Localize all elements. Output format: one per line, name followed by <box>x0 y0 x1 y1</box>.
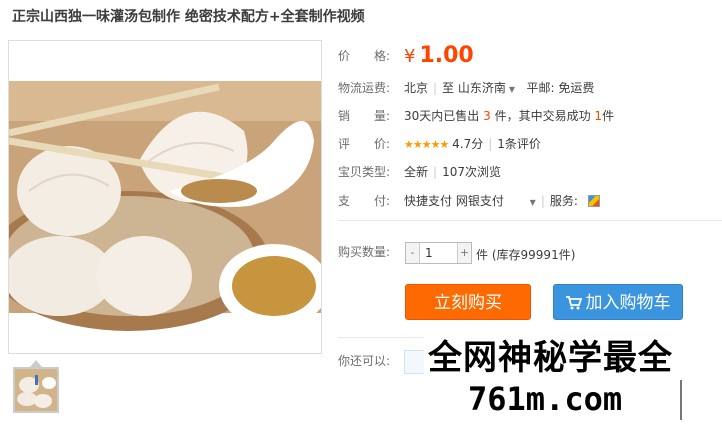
sales-suffix: 件 <box>602 109 615 123</box>
shipping-method: 平邮: 免运费 <box>526 81 595 95</box>
payment-methods: 快捷支付 网银支付 <box>404 194 504 208</box>
product-title: 正宗山西独一味灌汤包制作 绝密技术配方+全套制作视频 <box>12 9 365 25</box>
sales-success-count: 1 <box>594 109 603 123</box>
sales-mid: 件，其中交易成功 <box>494 109 591 123</box>
price-amount: 1.00 <box>419 43 474 68</box>
sales-prefix: 30天内已售出 <box>404 109 480 123</box>
item-type-value: 全新 | 107次浏览 <box>404 165 501 179</box>
soup-dumplings-photo <box>9 41 321 353</box>
add-to-cart-label: 加入购物车 <box>585 293 671 313</box>
payment-label: 支 付: <box>338 194 391 208</box>
rating-label: 评 价: <box>338 137 391 151</box>
sales-sold-count: 3 <box>483 109 491 123</box>
rating-stars-icon: ★★★★★ <box>404 138 449 151</box>
shipping-value: 北京 | 至 山东济南 ▼ 平邮: 免运费 <box>404 81 595 95</box>
shipping-label: 物流运费: <box>338 81 391 95</box>
shipping-to-prefix: 至 <box>442 81 455 95</box>
rating-score: 4.7分 <box>452 137 484 151</box>
service-badge-icon[interactable] <box>587 195 600 207</box>
product-main-image[interactable] <box>8 40 322 354</box>
product-thumbnail[interactable] <box>13 367 59 413</box>
payment-value: 快捷支付 网银支付 ▼ | 服务: <box>404 191 600 213</box>
stock-count: (库存99991件) <box>491 248 576 262</box>
watermark-line-2: 761m.com <box>468 380 623 418</box>
quantity-stock: 件 (库存99991件) <box>476 246 575 263</box>
watermark-divider <box>680 380 682 420</box>
add-to-cart-button[interactable]: 加入购物车 <box>553 284 683 320</box>
quantity-unit: 件 <box>476 248 489 262</box>
share-label: 你还可以: <box>338 354 391 368</box>
quantity-decrement-button[interactable]: - <box>406 243 420 263</box>
watermark-line-1: 全网神秘学最全 <box>428 338 673 378</box>
currency-symbol: ¥ <box>404 46 416 67</box>
quantity-input[interactable]: 1 <box>421 243 457 263</box>
item-condition: 全新 <box>404 165 429 179</box>
sales-label: 销 量: <box>338 109 391 123</box>
item-views: 107次浏览 <box>442 165 501 179</box>
divider <box>338 220 722 221</box>
quantity-label: 购买数量: <box>338 245 391 259</box>
rating-value: ★★★★★ 4.7分 | 1条评价 <box>404 137 541 151</box>
buy-now-button[interactable]: 立刻购买 <box>405 284 531 320</box>
thumbnail-pointer <box>30 360 42 367</box>
review-count-link[interactable]: 1条评价 <box>497 137 541 151</box>
thumbnail-image <box>15 369 57 411</box>
item-type-label: 宝贝类型: <box>338 165 391 179</box>
shipping-destination-select[interactable]: 山东济南 ▼ <box>458 81 515 95</box>
cart-icon <box>565 296 582 310</box>
service-label: 服务: <box>549 194 578 208</box>
quantity-stepper[interactable]: - 1 + <box>405 242 472 264</box>
quantity-increment-button[interactable]: + <box>457 243 471 263</box>
shipping-from: 北京 <box>404 81 429 95</box>
price-value: ¥1.00 <box>404 42 474 72</box>
chevron-down-icon: ▼ <box>508 85 516 94</box>
payment-dropdown-icon[interactable]: ▼ <box>530 198 536 207</box>
price-label: 价 格: <box>338 49 391 63</box>
sales-value: 30天内已售出 3 件，其中交易成功 1件 <box>404 106 614 126</box>
